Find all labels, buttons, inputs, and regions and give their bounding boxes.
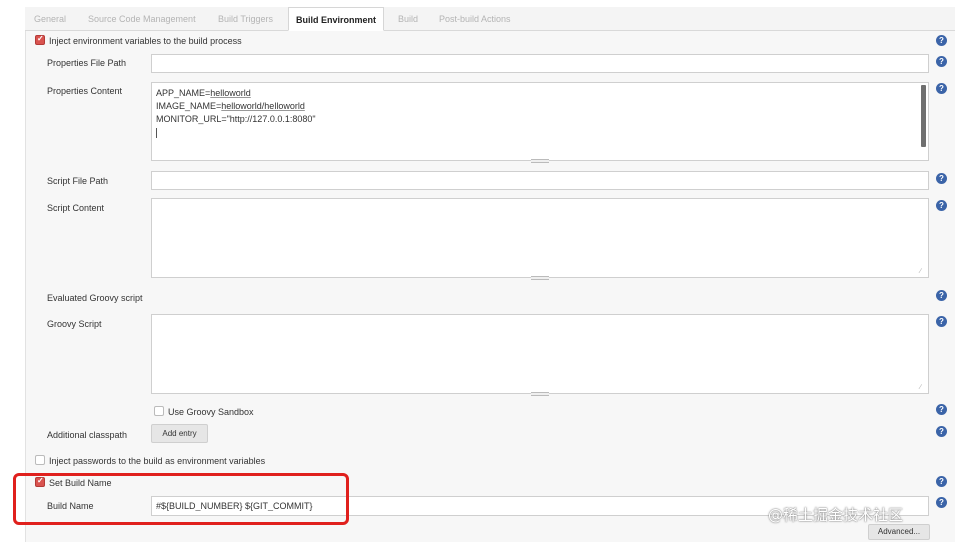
tab-build-environment[interactable]: Build Environment <box>288 7 385 31</box>
script-file-path-label: Script File Path <box>47 176 109 186</box>
properties-file-path-label: Properties File Path <box>47 58 127 68</box>
tab-source-code-management[interactable]: Source Code Management <box>81 7 203 31</box>
inject-passwords-checkbox[interactable] <box>35 455 45 465</box>
groovy-script-label: Groovy Script <box>47 319 102 329</box>
inject-env-label: Inject environment variables to the buil… <box>49 36 242 46</box>
help-icon[interactable]: ? <box>936 426 947 437</box>
help-icon[interactable]: ? <box>936 476 947 487</box>
groovy-script-textarea[interactable]: ∕ <box>151 314 929 396</box>
use-groovy-sandbox-checkbox[interactable] <box>154 406 164 416</box>
config-tab-bar: General Source Code Management Build Tri… <box>25 7 955 31</box>
inject-passwords-label: Inject passwords to the build as environ… <box>49 456 266 466</box>
tab-build-triggers[interactable]: Build Triggers <box>211 7 280 31</box>
resize-corner-icon[interactable]: ∕ <box>920 384 926 391</box>
help-icon[interactable]: ? <box>936 56 947 67</box>
help-icon[interactable]: ? <box>936 316 947 327</box>
script-file-path-input[interactable] <box>151 171 929 190</box>
help-icon[interactable]: ? <box>936 35 947 46</box>
properties-content-textarea[interactable]: APP_NAME=helloworld IMAGE_NAME=helloworl… <box>151 82 929 163</box>
help-icon[interactable]: ? <box>936 83 947 94</box>
highlight-box <box>13 473 349 525</box>
help-icon[interactable]: ? <box>936 497 947 508</box>
script-content-label: Script Content <box>47 203 105 213</box>
resize-grip[interactable] <box>531 276 549 280</box>
tab-general[interactable]: General <box>27 7 73 31</box>
add-entry-button[interactable]: Add entry <box>151 424 208 443</box>
tab-post-build-actions[interactable]: Post-build Actions <box>432 7 518 31</box>
evaluated-groovy-label: Evaluated Groovy script <box>47 293 143 303</box>
resize-grip[interactable] <box>531 159 549 163</box>
use-groovy-sandbox-label: Use Groovy Sandbox <box>168 407 254 417</box>
help-icon[interactable]: ? <box>936 200 947 211</box>
help-icon[interactable]: ? <box>936 290 947 301</box>
advanced-button[interactable]: Advanced... <box>868 524 930 540</box>
additional-classpath-label: Additional classpath <box>47 430 128 440</box>
inject-env-checkbox[interactable] <box>35 34 45 45</box>
help-icon[interactable]: ? <box>936 404 947 415</box>
resize-grip[interactable] <box>531 392 549 396</box>
watermark: @稀土掘金技术社区 <box>768 506 904 524</box>
script-content-textarea[interactable]: ∕ <box>151 198 929 280</box>
text-cursor <box>156 127 157 138</box>
resize-corner-icon[interactable]: ∕ <box>920 268 926 275</box>
textarea-scrollbar[interactable] <box>921 85 926 147</box>
properties-file-path-input[interactable] <box>151 54 929 73</box>
tab-build[interactable]: Build <box>391 7 425 31</box>
properties-content-label: Properties Content <box>47 86 123 96</box>
help-icon[interactable]: ? <box>936 173 947 184</box>
properties-content-text: APP_NAME=helloworld IMAGE_NAME=helloworl… <box>156 87 316 139</box>
